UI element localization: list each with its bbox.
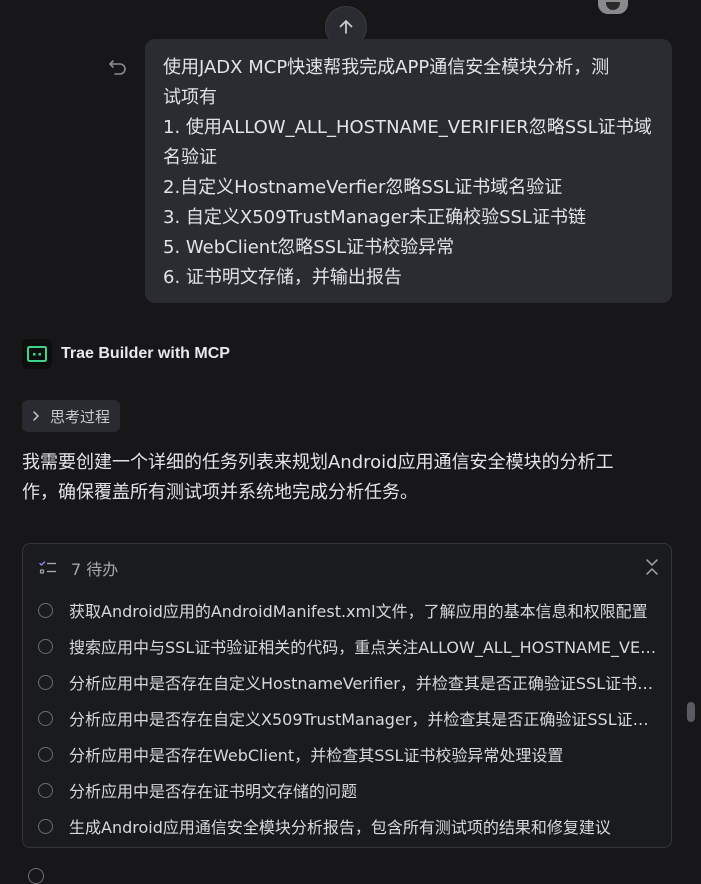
todo-item: 分析应用中是否存在WebClient，并检查其SSL证书校验异常处理设置 bbox=[38, 736, 663, 772]
user-message-line: 2.自定义HostnameVerfier忽略SSL证书域名验证 bbox=[163, 177, 563, 198]
agent-response-line: 作，确保覆盖所有测试项并系统地完成分析任务。 bbox=[22, 482, 418, 503]
agent-name: Trae Builder with MCP bbox=[61, 345, 230, 362]
todo-status-circle bbox=[38, 782, 53, 798]
user-message-line: 3. 自定义X509TrustManager未正确校验SSL证书链 bbox=[163, 207, 586, 228]
todo-status-circle bbox=[38, 710, 53, 726]
agent-response: 我需要创建一个详细的任务列表来规划Android应用通信安全模块的分析工 作，确… bbox=[22, 448, 682, 508]
collapse-icon[interactable] bbox=[643, 557, 661, 577]
todo-item-text: 获取Android应用的AndroidManifest.xml文件，了解应用的基… bbox=[69, 602, 648, 621]
user-message-line: 6. 证书明文存储，并输出报告 bbox=[163, 267, 402, 288]
next-message-icon bbox=[28, 868, 44, 884]
agent-header: Trae Builder with MCP bbox=[22, 339, 230, 369]
todo-item: 搜索应用中与SSL证书验证相关的代码，重点关注ALLOW_ALL_HOSTNAM… bbox=[38, 628, 663, 664]
thinking-process-label: 思考过程 bbox=[50, 407, 111, 426]
todo-status-circle bbox=[38, 674, 53, 690]
agent-logo-icon bbox=[22, 339, 52, 369]
todo-item: 分析应用中是否存在证书明文存储的问题 bbox=[38, 772, 663, 808]
undo-icon[interactable] bbox=[107, 56, 129, 78]
todo-header: 7 待办 bbox=[39, 556, 118, 580]
user-message-line: 5. WebClient忽略SSL证书校验异常 bbox=[163, 237, 455, 258]
todo-item: 分析应用中是否存在自定义X509TrustManager，并检查其是否正确验证S… bbox=[38, 700, 663, 736]
todo-count: 7 待办 bbox=[71, 560, 119, 579]
todo-item-text: 分析应用中是否存在WebClient，并检查其SSL证书校验异常处理设置 bbox=[69, 746, 564, 765]
todo-panel: 7 待办 获取Android应用的AndroidManifest.xml文件，了… bbox=[22, 543, 672, 848]
user-message-bubble: 使用JADX MCP快速帮我完成APP通信安全模块分析，测 试项有 1. 使用A… bbox=[145, 39, 672, 303]
todo-list: 获取Android应用的AndroidManifest.xml文件，了解应用的基… bbox=[38, 592, 663, 844]
thinking-process-toggle[interactable]: 思考过程 bbox=[22, 400, 121, 432]
user-message-line: 名验证 bbox=[163, 147, 217, 168]
user-message-line: 使用JADX MCP快速帮我完成APP通信安全模块分析，测 bbox=[163, 57, 610, 78]
checklist-icon bbox=[39, 561, 56, 574]
chevron-right-icon bbox=[33, 411, 39, 421]
todo-item-text: 生成Android应用通信安全模块分析报告，包含所有测试项的结果和修复建议 bbox=[69, 818, 611, 837]
todo-status-circle bbox=[38, 602, 53, 618]
user-message-line: 1. 使用ALLOW_ALL_HOSTNAME_VERIFIER忽略SSL证书域 bbox=[163, 117, 652, 138]
todo-item: 分析应用中是否存在自定义HostnameVerifier，并检查其是否正确验证S… bbox=[38, 664, 663, 700]
agent-response-line: 我需要创建一个详细的任务列表来规划Android应用通信安全模块的分析工 bbox=[22, 452, 614, 473]
todo-status-circle bbox=[38, 638, 53, 654]
todo-item-text: 分析应用中是否存在自定义HostnameVerifier，并检查其是否正确验证S… bbox=[69, 674, 659, 693]
todo-status-circle bbox=[38, 746, 53, 762]
user-message-line: 试项有 bbox=[163, 87, 217, 108]
user-avatar bbox=[598, 0, 628, 14]
todo-item-text: 搜索应用中与SSL证书验证相关的代码，重点关注ALLOW_ALL_HOSTNAM… bbox=[69, 638, 659, 657]
todo-item-text: 分析应用中是否存在证书明文存储的问题 bbox=[69, 782, 358, 801]
scrollbar-thumb[interactable] bbox=[687, 702, 695, 722]
todo-item-text: 分析应用中是否存在自定义X509TrustManager，并检查其是否正确验证S… bbox=[69, 710, 659, 729]
todo-item: 获取Android应用的AndroidManifest.xml文件，了解应用的基… bbox=[38, 592, 663, 628]
arrow-up-icon bbox=[339, 20, 353, 34]
todo-item: 生成Android应用通信安全模块分析报告，包含所有测试项的结果和修复建议 bbox=[38, 808, 663, 844]
todo-status-circle bbox=[38, 818, 53, 834]
